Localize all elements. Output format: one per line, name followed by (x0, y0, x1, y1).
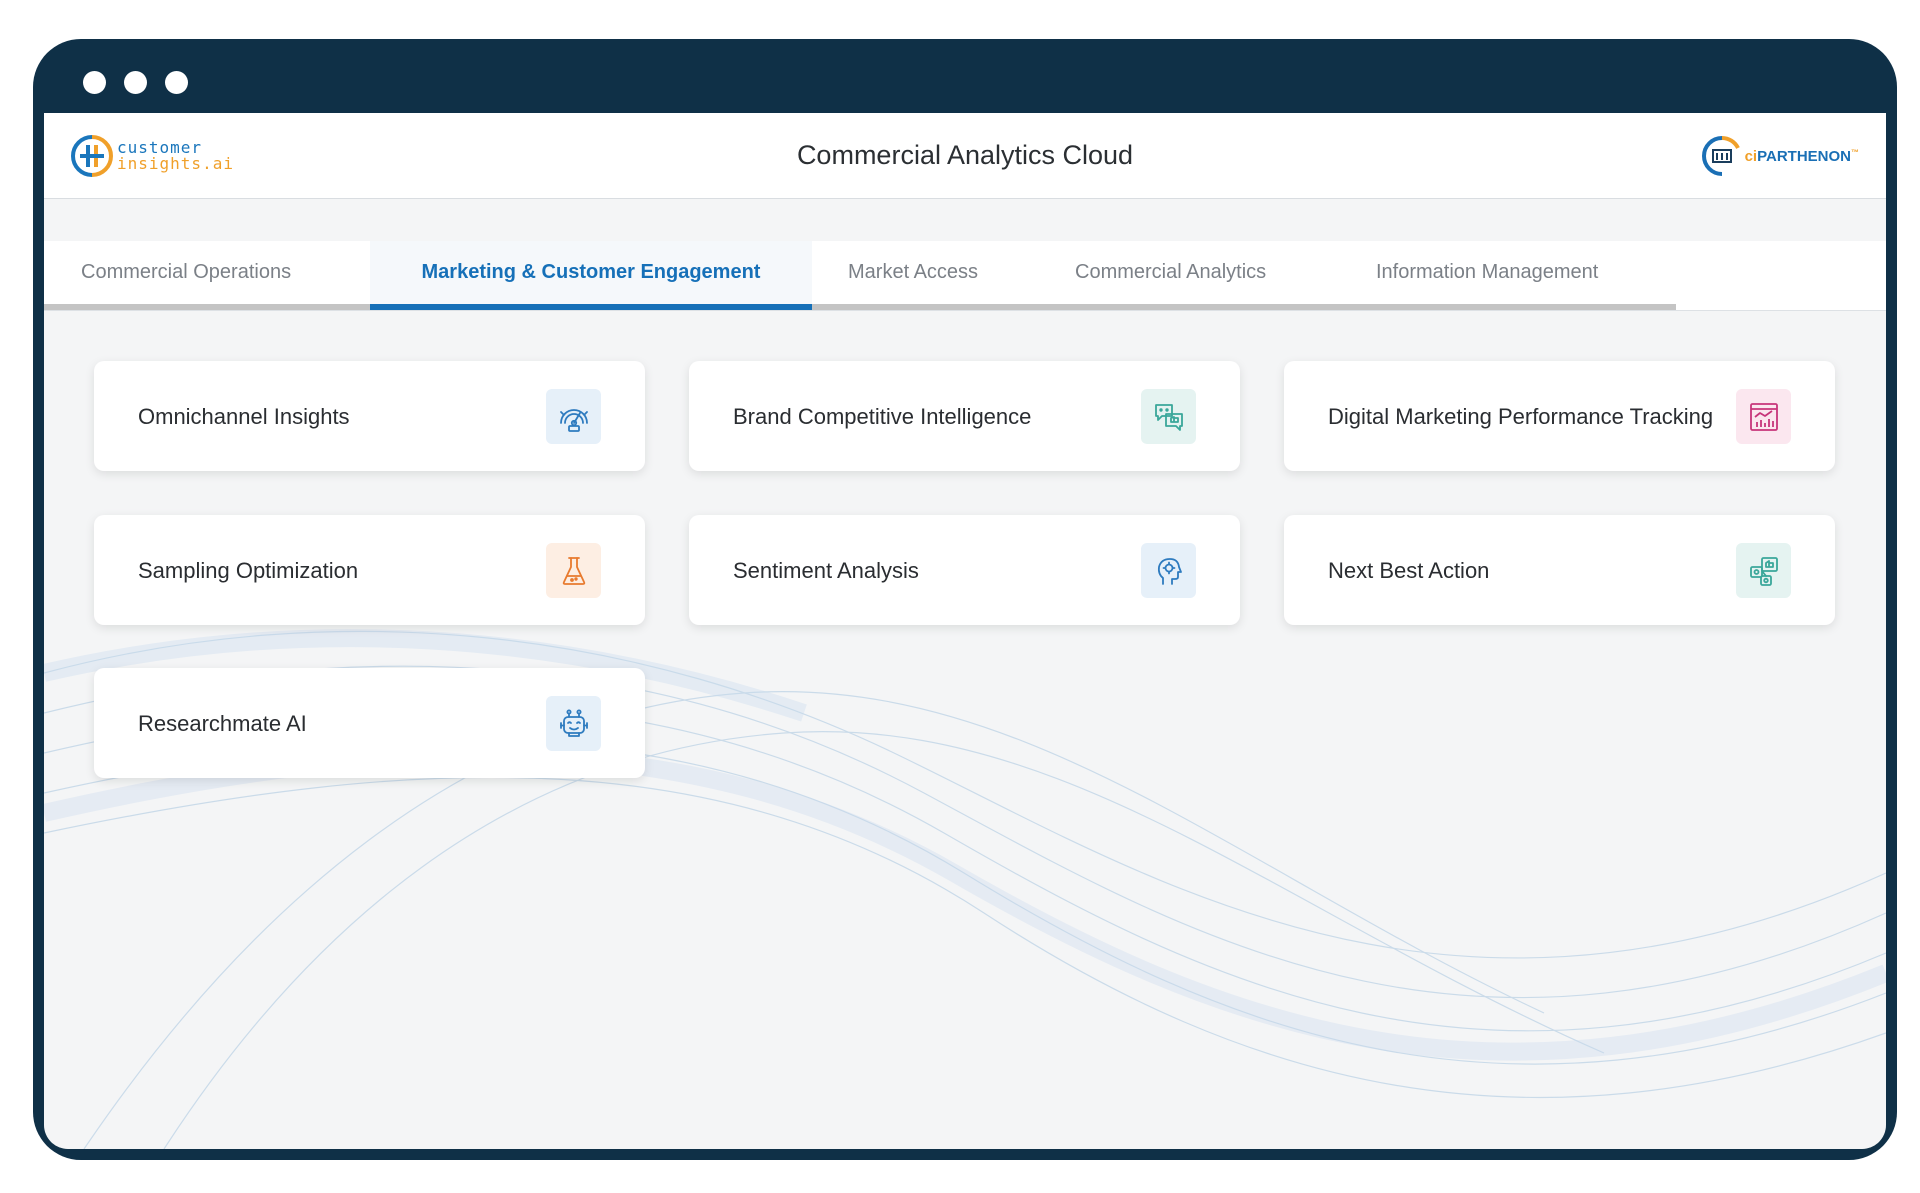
tab-marketing-customer-engagement[interactable]: Marketing & Customer Engagement (370, 241, 812, 304)
card-researchmate-ai[interactable]: Researchmate AI (94, 668, 645, 778)
card-sampling-optimization[interactable]: Sampling Optimization (94, 515, 645, 625)
card-sentiment-analysis[interactable]: Sentiment Analysis (689, 515, 1240, 625)
card-label: Omnichannel Insights (138, 403, 350, 429)
head-gears-icon (1141, 543, 1196, 598)
ciparthenon-logo-text: ciPARTHENON™ (1745, 148, 1859, 165)
logo-trademark: ™ (1851, 147, 1859, 157)
card-label: Digital Marketing Performance Tracking (1328, 403, 1714, 429)
card-next-best-action[interactable]: Next Best Action (1284, 515, 1835, 625)
active-tab-indicator (370, 304, 812, 310)
tab-market-access[interactable]: Market Access (848, 241, 978, 304)
window-dot-minimize[interactable] (124, 71, 147, 94)
gauge-icon (546, 389, 601, 444)
card-digital-marketing-performance-tracking[interactable]: Digital Marketing Performance Tracking (1284, 361, 1835, 471)
ciparthenon-logo-icon (1701, 136, 1740, 176)
card-omnichannel-insights[interactable]: Omnichannel Insights (94, 361, 645, 471)
like-network-icon (1736, 543, 1791, 598)
tab-information-management[interactable]: Information Management (1376, 241, 1598, 304)
window-controls (83, 71, 188, 94)
chat-bubbles-icon (1141, 389, 1196, 444)
card-label: Researchmate AI (138, 710, 307, 736)
card-label: Sampling Optimization (138, 557, 359, 583)
ciparthenon-logo[interactable]: ciPARTHENON™ (1701, 135, 1859, 177)
card-label: Sentiment Analysis (733, 557, 919, 583)
card-label: Brand Competitive Intelligence (733, 403, 1032, 429)
tabs-track (44, 304, 1676, 310)
logo-prefix: ci (1744, 147, 1758, 165)
tab-commercial-operations[interactable]: Commercial Operations (81, 241, 291, 304)
window-dot-close[interactable] (83, 71, 106, 94)
card-label: Next Best Action (1328, 557, 1490, 583)
chart-board-icon (1736, 389, 1791, 444)
category-tabs: Commercial Operations Marketing & Custom… (44, 241, 1886, 311)
card-brand-competitive-intelligence[interactable]: Brand Competitive Intelligence (689, 361, 1240, 471)
logo-name: PARTHENON (1757, 147, 1851, 165)
browser-window-frame: customer insights.ai Commercial Analytic… (33, 39, 1897, 1160)
page-title: Commercial Analytics Cloud (796, 140, 1134, 170)
tab-commercial-analytics[interactable]: Commercial Analytics (1075, 241, 1266, 304)
flask-icon (546, 543, 601, 598)
window-dot-maximize[interactable] (165, 71, 188, 94)
app-header: customer insights.ai Commercial Analytic… (44, 113, 1886, 199)
app-screen: customer insights.ai Commercial Analytic… (44, 113, 1886, 1149)
robot-icon (546, 696, 601, 751)
